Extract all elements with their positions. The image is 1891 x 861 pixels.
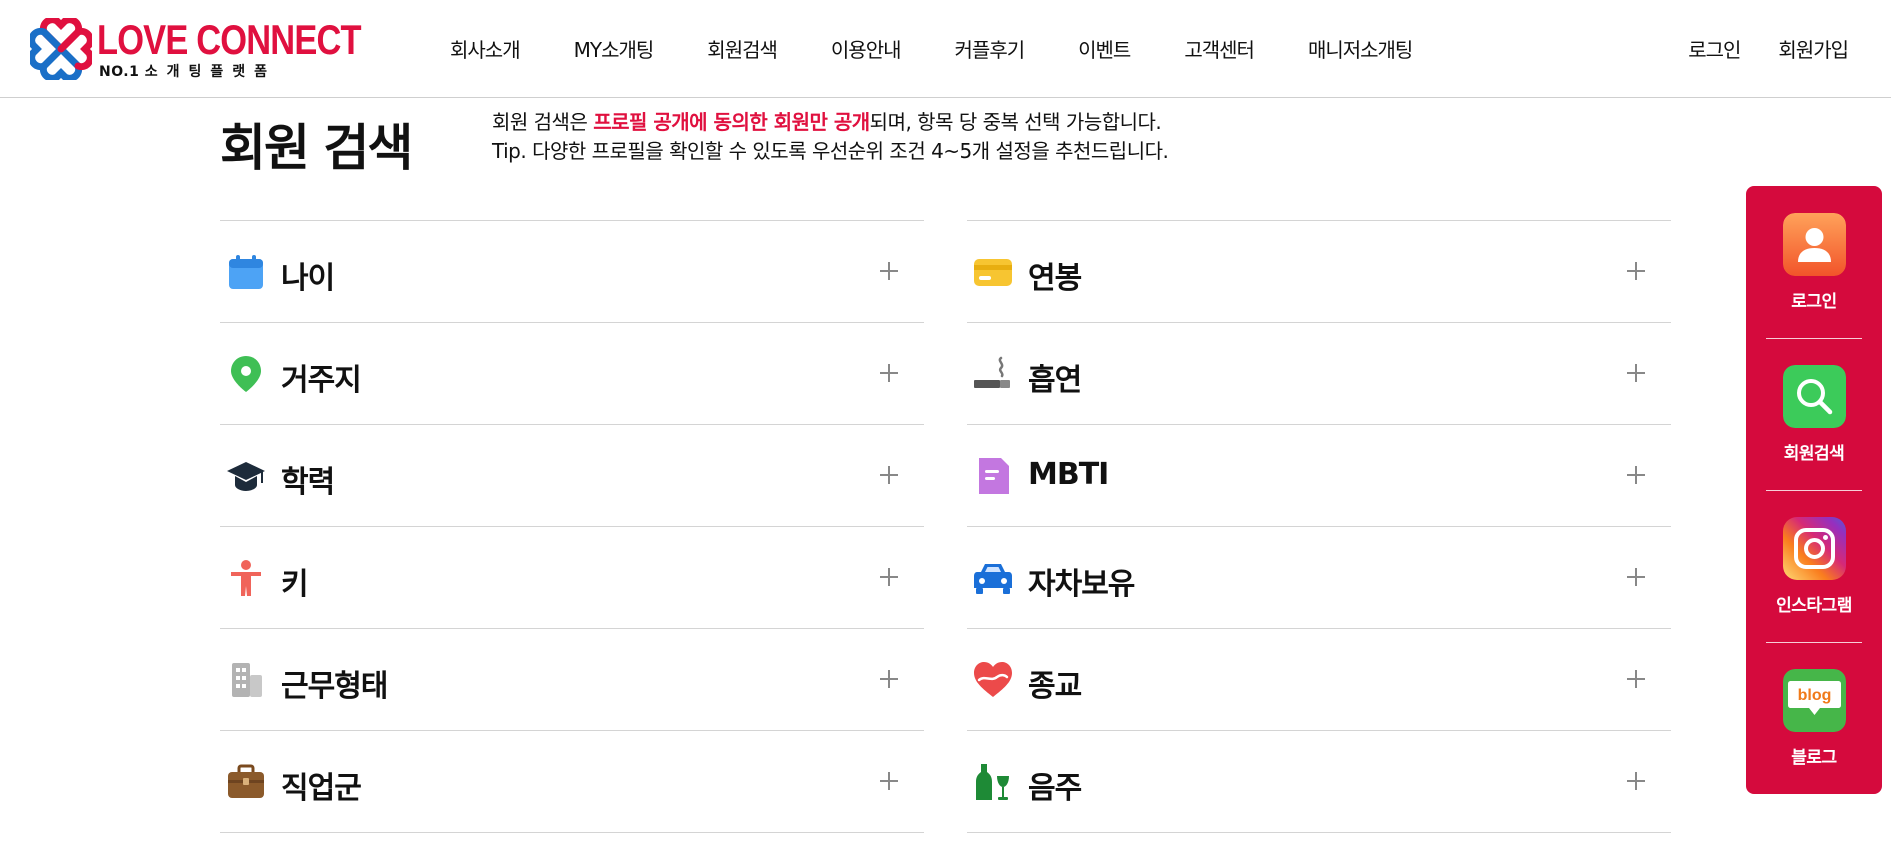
car-icon — [974, 564, 1012, 594]
building-icon — [232, 663, 262, 697]
filter-smoking[interactable]: 흡연 — [967, 323, 1671, 425]
filter-label: 자차보유 — [1028, 567, 1135, 602]
site-header: LOVE CONNECT NO.1 소개팅플랫폼 회사소개 MY소개팅 회원검색… — [0, 0, 1891, 98]
logo-tagline-prefix: NO.1 — [99, 64, 140, 80]
nav-customer-center[interactable]: 고객센터 — [1184, 34, 1255, 64]
document-icon — [979, 458, 1009, 494]
filter-salary[interactable]: 연봉 — [967, 221, 1671, 323]
filter-residence[interactable]: 거주지 — [220, 323, 924, 425]
quick-member-search[interactable]: 회원검색 — [1746, 338, 1882, 490]
filter-label: MBTI — [1028, 457, 1109, 492]
briefcase-icon — [228, 764, 264, 798]
auth-links: 로그인 회원가입 — [1650, 34, 1849, 63]
blog-badge-text: blog — [1798, 687, 1832, 704]
filter-height[interactable]: 키 — [220, 527, 924, 629]
quick-blog-label: 블로그 — [1791, 748, 1837, 768]
filter-label: 키 — [281, 567, 309, 602]
filter-car-ownership[interactable]: 자차보유 — [967, 527, 1671, 629]
bottle-glass-icon — [976, 764, 1009, 800]
description-highlight: 프로필 공개에 동의한 회원만 공개 — [593, 110, 870, 134]
nav-event[interactable]: 이벤트 — [1078, 34, 1131, 64]
filter-age[interactable]: 나이 — [220, 221, 924, 323]
logo-tagline: NO.1 소개팅플랫폼 — [99, 61, 276, 81]
filter-column-left: 나이 거주지 학력 키 근무형태 직업군 — [220, 220, 924, 833]
description-line-1: 회원 검색은 프로필 공개에 동의한 회원만 공개되며, 항목 당 중복 선택 … — [492, 108, 1168, 137]
logo-tagline-text: 소개팅플랫폼 — [144, 64, 277, 80]
login-link[interactable]: 로그인 — [1688, 34, 1741, 63]
filter-label: 음주 — [1028, 771, 1082, 806]
quick-member-search-label: 회원검색 — [1783, 444, 1845, 464]
filter-label: 연봉 — [1028, 261, 1082, 296]
quick-blog[interactable]: blog 블로그 — [1746, 642, 1882, 794]
quick-instagram[interactable]: 인스타그램 — [1746, 490, 1882, 642]
main-nav: 회사소개 MY소개팅 회원검색 이용안내 커플후기 이벤트 고객센터 매니저소개… — [450, 34, 1413, 64]
nav-member-search[interactable]: 회원검색 — [707, 34, 778, 64]
filter-label: 종교 — [1028, 669, 1082, 704]
description-text-before: 회원 검색은 — [492, 110, 594, 134]
nav-manager-sogaeting[interactable]: 매니저소개팅 — [1308, 34, 1413, 64]
nav-my-sogaeting[interactable]: MY소개팅 — [574, 34, 655, 64]
plus-icon[interactable] — [1619, 356, 1653, 390]
page-title: 회원 검색 — [220, 119, 413, 177]
nav-guide[interactable]: 이용안내 — [831, 34, 902, 64]
calendar-icon — [229, 255, 263, 289]
filter-drinking[interactable]: 음주 — [967, 731, 1671, 833]
filter-label: 나이 — [281, 261, 335, 296]
user-icon — [1783, 213, 1846, 276]
filter-work-type[interactable]: 근무형태 — [220, 629, 924, 731]
person-icon — [231, 560, 261, 596]
filter-label: 근무형태 — [281, 669, 388, 704]
plus-icon[interactable] — [1619, 458, 1653, 492]
blog-icon: blog — [1783, 669, 1846, 732]
logo-knot-icon — [30, 18, 92, 80]
filter-mbti[interactable]: MBTI — [967, 425, 1671, 527]
cigarette-icon — [974, 356, 1010, 388]
description-line-2: Tip. 다양한 프로필을 확인할 수 있도록 우선순위 조건 4~5개 설정을… — [492, 139, 1169, 163]
filter-job-group[interactable]: 직업군 — [220, 731, 924, 833]
filter-education[interactable]: 학력 — [220, 425, 924, 527]
quick-login[interactable]: 로그인 — [1746, 186, 1882, 338]
plus-icon[interactable] — [1619, 662, 1653, 696]
card-icon — [974, 259, 1012, 286]
quick-login-label: 로그인 — [1791, 292, 1837, 312]
plus-icon[interactable] — [872, 560, 906, 594]
filter-column-right: 연봉 흡연 MBTI 자차보유 종교 음주 — [967, 220, 1671, 833]
plus-icon[interactable] — [1619, 560, 1653, 594]
logo-wordmark: LOVE CONNECT — [97, 16, 362, 63]
graduation-cap-icon — [227, 462, 265, 491]
description-text-after: 되며, 항목 당 중복 선택 가능합니다. — [869, 110, 1162, 134]
instagram-icon — [1783, 517, 1846, 580]
plus-icon[interactable] — [1619, 764, 1653, 798]
quick-instagram-label: 인스타그램 — [1776, 596, 1852, 616]
search-description: 회원 검색은 프로필 공개에 동의한 회원만 공개되며, 항목 당 중복 선택 … — [492, 108, 1169, 166]
search-icon — [1783, 365, 1846, 428]
nav-couple-reviews[interactable]: 커플후기 — [955, 34, 1026, 64]
filter-label: 학력 — [281, 465, 335, 500]
nav-company[interactable]: 회사소개 — [450, 34, 521, 64]
plus-icon[interactable] — [872, 662, 906, 696]
heart-icon — [974, 662, 1012, 697]
plus-icon[interactable] — [1619, 254, 1653, 288]
plus-icon[interactable] — [872, 254, 906, 288]
filter-label: 직업군 — [281, 771, 362, 806]
filter-label: 흡연 — [1028, 363, 1082, 398]
filter-label: 거주지 — [281, 363, 362, 398]
plus-icon[interactable] — [872, 356, 906, 390]
filter-religion[interactable]: 종교 — [967, 629, 1671, 731]
location-pin-icon — [231, 356, 261, 392]
plus-icon[interactable] — [872, 458, 906, 492]
site-logo[interactable]: LOVE CONNECT NO.1 소개팅플랫폼 — [30, 16, 362, 82]
signup-link[interactable]: 회원가입 — [1778, 34, 1849, 63]
quick-menu: 로그인 회원검색 인스타그램 blog 블로그 — [1746, 186, 1882, 794]
plus-icon[interactable] — [872, 764, 906, 798]
